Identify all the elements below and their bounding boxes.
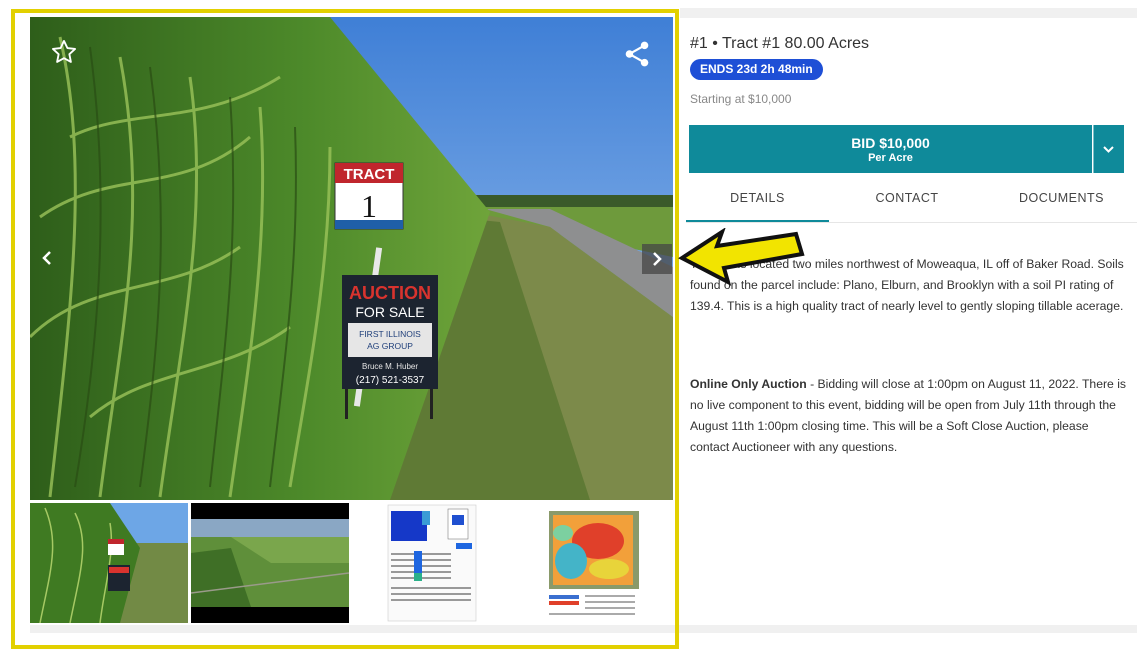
chevron-down-icon (1103, 146, 1114, 153)
bid-button[interactable]: BID $10,000 Per Acre (689, 125, 1092, 173)
tab-contact[interactable]: CONTACT (834, 176, 980, 220)
details-paragraph-2: Online Only Auction - Bidding will close… (690, 374, 1130, 458)
bid-options-button[interactable] (1093, 125, 1124, 173)
panel-top-divider (680, 8, 1137, 18)
highlight-frame (11, 9, 679, 649)
bid-button-label: BID $10,000 (851, 135, 930, 151)
ends-badge: ENDS 23d 2h 48min (690, 59, 823, 80)
tab-documents[interactable]: DOCUMENTS (986, 176, 1137, 220)
starting-price: Starting at $10,000 (690, 92, 792, 106)
tab-bar: DETAILS CONTACT DOCUMENTS (686, 176, 1137, 223)
bid-button-sublabel: Per Acre (868, 152, 913, 164)
listing-title: #1 • Tract #1 80.00 Acres (690, 35, 870, 52)
auction-type-label: Online Only Auction (690, 377, 807, 391)
arrow-left-annotation (678, 228, 805, 286)
tab-details[interactable]: DETAILS (686, 176, 829, 222)
